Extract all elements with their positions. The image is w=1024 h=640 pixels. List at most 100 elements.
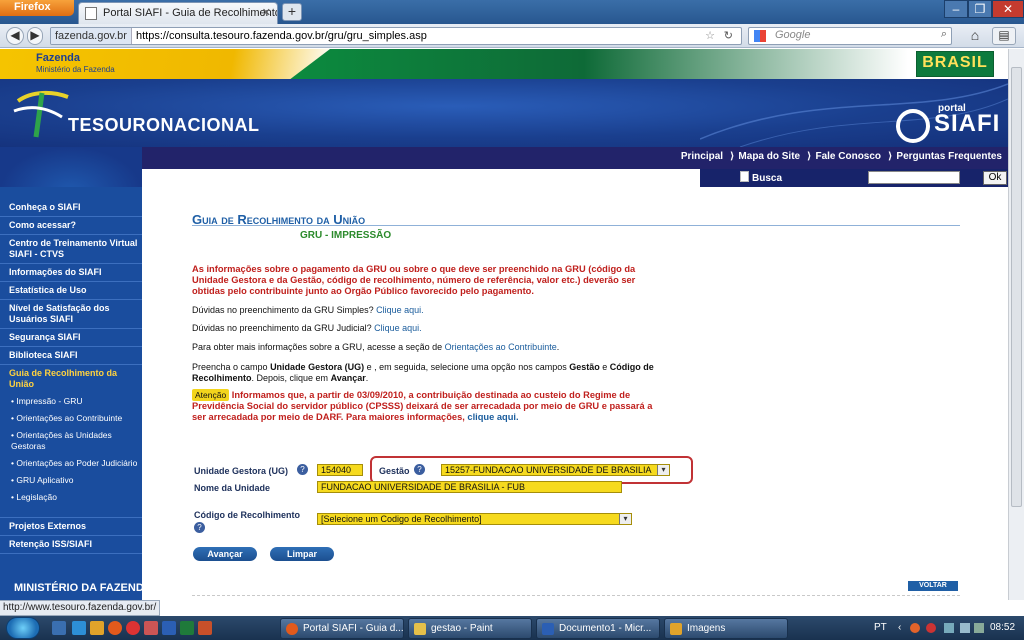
sidebar-subitem-orient-ug[interactable]: Orientações às Unidades Gestoras <box>0 430 142 452</box>
menu-principal[interactable]: Principal <box>681 151 723 162</box>
title-divider <box>192 225 960 226</box>
search-placeholder: Google <box>775 29 811 41</box>
search-icon[interactable]: ⌕ <box>941 28 947 41</box>
bookmark-star-icon[interactable]: ☆ <box>705 28 715 44</box>
menu-mapa-do-site[interactable]: Mapa do Site <box>738 151 800 162</box>
ug-help-icon[interactable]: ? <box>297 464 308 475</box>
codigo-help-icon[interactable]: ? <box>194 522 205 533</box>
ug-label: Unidade Gestora (UG) <box>194 466 289 476</box>
chevron-down-icon[interactable]: ▾ <box>657 465 669 475</box>
nome-unidade-label: Nome da Unidade <box>194 483 271 493</box>
sidebar-nav: Conheça o SIAFI Como acessar? Centro de … <box>0 202 142 557</box>
quicklaunch-excel-icon[interactable] <box>180 621 194 635</box>
sidebar-subitem-gru-aplicativo[interactable]: GRU Aplicativo <box>0 475 142 486</box>
ok-button[interactable]: Ok <box>983 171 1007 185</box>
vertical-scrollbar[interactable] <box>1008 49 1024 600</box>
task-imagens[interactable]: Imagens <box>664 618 788 639</box>
clique-aqui-judicial-link[interactable]: Clique aqui. <box>374 323 422 333</box>
power-icon[interactable] <box>974 623 984 633</box>
tesouro-logo-icon[interactable] <box>12 89 70 139</box>
limpar-button[interactable]: Limpar <box>270 547 334 561</box>
sidebar-item-informacoes[interactable]: Informações do SIAFI <box>0 267 142 282</box>
tray-app-icon[interactable] <box>910 623 920 633</box>
orientacoes-contribuinte-link[interactable]: Orientações ao Contribuinte <box>445 342 557 352</box>
header-wave <box>260 49 908 79</box>
firefox-menu-button[interactable]: Firefox <box>0 0 74 16</box>
clique-aqui-cpsss-link[interactable]: clique aqui. <box>467 412 518 422</box>
busca-label: Busca <box>752 173 783 184</box>
browser-tab[interactable]: Portal SIAFI - Guia de Recolhimento da .… <box>78 2 278 24</box>
back-icon[interactable]: ◀ <box>6 27 24 45</box>
quicklaunch-firefox-icon[interactable] <box>108 621 122 635</box>
avancar-button[interactable]: Avançar <box>193 547 257 561</box>
address-bar[interactable]: fazenda.gov.br https://consulta.tesouro.f… <box>50 27 742 45</box>
nome-unidade-field: FUNDACAO UNIVERSIDADE DE BRASILIA - FUB <box>317 481 622 493</box>
quicklaunch-ie-icon[interactable] <box>72 621 86 635</box>
gestao-help-icon[interactable]: ? <box>414 464 425 475</box>
ug-input[interactable]: 154040 <box>317 464 363 476</box>
folder-icon <box>670 623 682 635</box>
close-window-icon[interactable]: ✕ <box>992 0 1024 18</box>
footer-divider <box>192 595 960 596</box>
quicklaunch-folder-icon[interactable] <box>90 621 104 635</box>
home-icon[interactable]: ⌂ <box>964 27 986 45</box>
codigo-recolhimento-select[interactable]: [Selecione um Codigo de Recolhimento] ▾ <box>317 513 632 525</box>
sidebar-subitem-orient-judiciario[interactable]: Orientações ao Poder Judiciário <box>0 458 142 469</box>
network-icon[interactable] <box>944 623 954 633</box>
tesouro-nacional-logo[interactable]: TESOURONACIONAL <box>68 115 260 136</box>
minimize-icon[interactable]: – <box>944 0 968 18</box>
voltar-button[interactable]: VOLTAR <box>908 581 958 591</box>
sidebar-subitem-orient-contribuinte[interactable]: Orientações ao Contribuinte <box>0 413 142 424</box>
duvidas-judicial-line: Dúvidas no preenchimento da GRU Judicial… <box>192 323 422 333</box>
quicklaunch-word-icon[interactable] <box>162 621 176 635</box>
siafi-ring-icon <box>896 109 930 143</box>
quicklaunch-app-icon[interactable] <box>144 621 158 635</box>
page-subtitle: GRU - IMPRESSÃO <box>300 230 392 241</box>
search-input[interactable]: Google ⌕ <box>748 27 952 45</box>
forward-icon[interactable]: ▶ <box>27 27 43 45</box>
tray-expand-icon[interactable]: ‹ <box>898 618 901 638</box>
menu-icon[interactable]: ▤ <box>992 27 1016 45</box>
restore-icon[interactable]: ❐ <box>968 0 992 18</box>
quicklaunch-desktop-icon[interactable] <box>52 621 66 635</box>
site-identity[interactable]: fazenda.gov.br <box>51 28 132 44</box>
sidebar-item-satisfacao[interactable]: Nível de Satisfação dos Usuários SIAFI <box>0 303 142 329</box>
gestao-select[interactable]: 15257-FUNDACAO UNIVERSIDADE DE BRASILIA … <box>441 464 670 476</box>
clique-aqui-simples-link[interactable]: Clique aqui. <box>376 305 424 315</box>
sidebar-item-ctvs[interactable]: Centro de Treinamento Virtual SIAFI - CT… <box>0 238 142 264</box>
sidebar-item-projetos-externos[interactable]: Projetos Externos <box>0 517 142 536</box>
task-paint[interactable]: gestao - Paint <box>408 618 532 639</box>
tray-security-icon[interactable] <box>926 623 936 633</box>
clock[interactable]: 08:52 <box>990 618 1015 638</box>
quicklaunch-powerpoint-icon[interactable] <box>198 621 212 635</box>
reload-icon[interactable]: ↻ <box>724 28 733 44</box>
volume-icon[interactable] <box>960 623 970 633</box>
task-firefox[interactable]: Portal SIAFI - Guia d... <box>280 618 404 639</box>
quicklaunch-chrome-icon[interactable] <box>126 621 140 635</box>
sidebar-item-guia-recolhimento[interactable]: Guia de Recolhimento da União <box>0 368 142 393</box>
new-tab-button[interactable]: + <box>282 3 302 21</box>
language-indicator[interactable]: PT <box>874 618 887 638</box>
tab-title: Portal SIAFI - Guia de Recolhimento da .… <box>103 7 278 19</box>
chevron-down-icon[interactable]: ▾ <box>619 514 631 524</box>
sidebar-item-retencao-iss[interactable]: Retenção ISS/SIAFI <box>0 539 142 554</box>
menu-perguntas-frequentes[interactable]: Perguntas Frequentes <box>896 151 1002 162</box>
menu-fale-conosco[interactable]: Fale Conosco <box>815 151 881 162</box>
sidebar-subitem-impressao[interactable]: Impressão - GRU <box>0 396 142 407</box>
start-button[interactable] <box>6 617 40 639</box>
busca-input[interactable] <box>868 171 960 184</box>
sidebar-item-seguranca[interactable]: Segurança SIAFI <box>0 332 142 347</box>
sidebar-item-estatistica[interactable]: Estatística de Uso <box>0 285 142 300</box>
navigation-toolbar: ◀ ▶ fazenda.gov.br https://consulta.tesou… <box>0 24 1024 48</box>
sidebar-item-como-acessar[interactable]: Como acessar? <box>0 220 142 235</box>
sidebar-item-conheca[interactable]: Conheça o SIAFI <box>0 202 142 217</box>
brasil-logo[interactable]: BRASIL <box>916 51 994 77</box>
menu-separator: ⟩ <box>729 151 735 162</box>
close-tab-icon[interactable]: ✕ <box>262 6 271 19</box>
mais-info-line: Para obter mais informações sobre a GRU,… <box>192 342 560 352</box>
gestao-label: Gestão <box>379 466 410 476</box>
task-word[interactable]: Documento1 - Micr... <box>536 618 660 639</box>
sidebar-item-biblioteca[interactable]: Biblioteca SIAFI <box>0 350 142 365</box>
sidebar-subitem-legislacao[interactable]: Legislação <box>0 492 142 503</box>
scrollbar-thumb[interactable] <box>1011 67 1022 507</box>
